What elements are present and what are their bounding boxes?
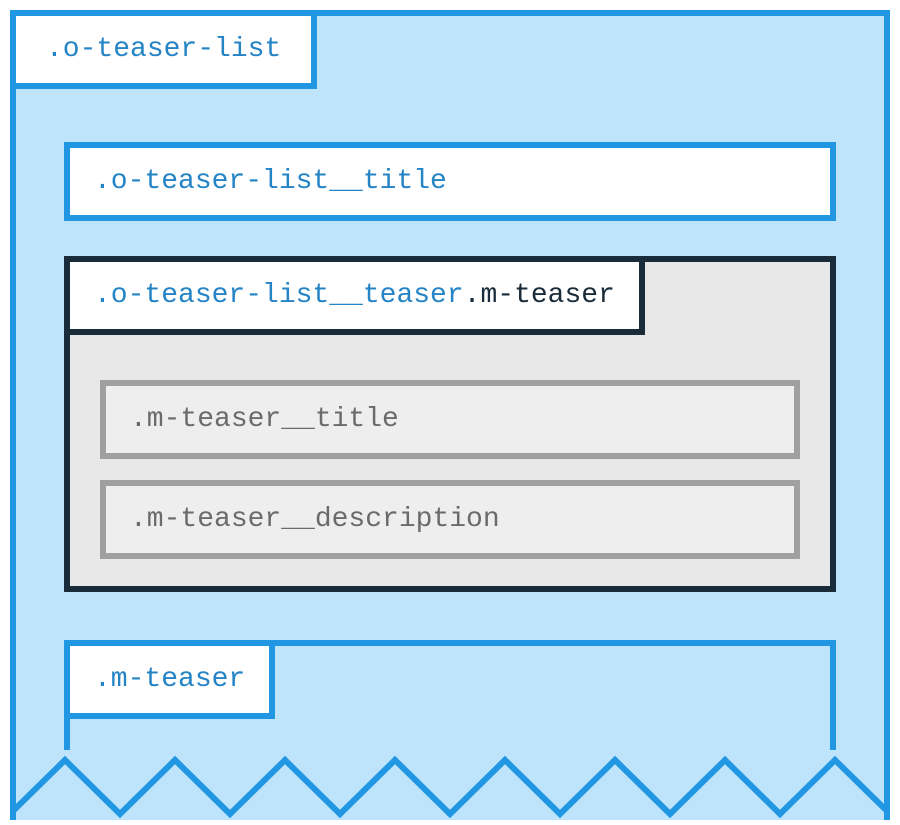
teaser-combined-label: .o-teaser-list__teaser.m-teaser [64, 256, 645, 335]
teaser-list-title-box: .o-teaser-list__title [64, 142, 836, 221]
teaser-list-teaser-box: .o-teaser-list__teaser.m-teaser .m-tease… [64, 256, 836, 592]
teaser-label-part1: .o-teaser-list__teaser [94, 280, 464, 311]
second-teaser-box: .m-teaser [64, 640, 836, 760]
m-teaser-description-box: .m-teaser__description [100, 480, 800, 559]
teaser-list-label: .o-teaser-list [10, 10, 317, 89]
teaser-list-container: .o-teaser-list .o-teaser-list__title .o-… [10, 10, 890, 820]
teaser-label-part2: .m-teaser [464, 280, 615, 311]
m-teaser-title-box: .m-teaser__title [100, 380, 800, 459]
second-teaser-label: .m-teaser [64, 640, 275, 719]
